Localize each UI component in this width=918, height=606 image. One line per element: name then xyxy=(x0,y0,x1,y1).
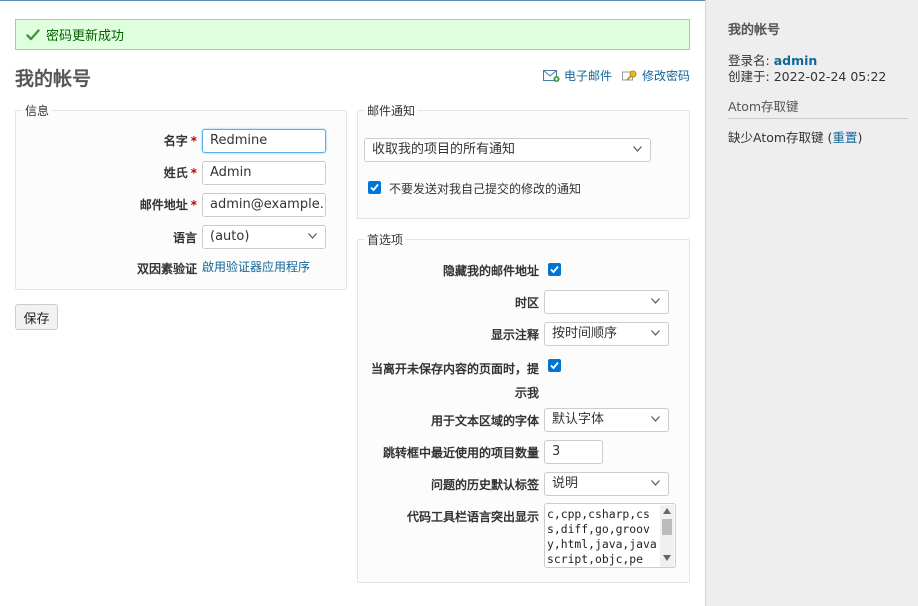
history-tab-select[interactable]: 说明 xyxy=(544,472,669,496)
created-value: 2022-02-24 05:22 xyxy=(773,69,887,84)
toolbar-languages-label: 代码工具栏语言突出显示 xyxy=(406,510,539,524)
required-marker: * xyxy=(190,198,197,212)
textarea-font-label: 用于文本区域的字体 xyxy=(430,414,539,428)
no-self-notified-checkbox[interactable] xyxy=(368,181,381,194)
warn-unsaved-checkbox[interactable] xyxy=(548,359,561,372)
sidebar-title: 我的帐号 xyxy=(728,23,781,38)
mail-input[interactable]: admin@example.r xyxy=(202,193,326,217)
page-title: 我的帐号 xyxy=(15,68,92,90)
chevron-down-icon xyxy=(651,298,660,304)
mail-notification-select[interactable]: 收取我的项目的所有通知 xyxy=(364,138,651,162)
mail-label: 邮件地址 * xyxy=(100,196,197,213)
hide-mail-checkbox[interactable] xyxy=(548,263,561,276)
language-select-value: (auto) xyxy=(210,229,250,244)
history-tab-value: 说明 xyxy=(552,476,579,491)
no-self-notified-label: 不要发送对我自己提交的修改的通知 xyxy=(389,182,582,196)
checkmark-icon xyxy=(370,183,379,192)
time-zone-label: 时区 xyxy=(514,296,539,310)
required-marker: * xyxy=(190,166,197,180)
toolbar-languages-value: c,cpp,csharp,css,diff,go,groovy,html,jav… xyxy=(547,507,657,566)
firstname-label: 名字 * xyxy=(100,132,197,149)
textarea-scrollbar[interactable] xyxy=(660,505,674,567)
checkmark-icon xyxy=(550,361,559,370)
key-icon xyxy=(622,70,637,81)
toolbar-languages-textarea[interactable]: c,cpp,csharp,css,diff,go,groovy,html,jav… xyxy=(544,503,676,568)
mail-label-text: 邮件地址 xyxy=(139,198,188,212)
history-tab-label: 问题的历史默认标签 xyxy=(430,478,539,492)
chevron-down-icon xyxy=(308,233,317,239)
language-label: 语言 xyxy=(172,231,197,245)
save-button[interactable]: 保存 xyxy=(15,304,58,330)
comments-sorting-value: 按时间顺序 xyxy=(552,326,618,341)
comments-sorting-select[interactable]: 按时间顺序 xyxy=(544,322,669,346)
hide-mail-label: 隐藏我的邮件地址 xyxy=(442,264,539,278)
sidebar-created: 创建于: 2022-02-24 05:22 xyxy=(728,66,886,85)
sidebar: 我的帐号 登录名: admin 创建于: 2022-02-24 05:22 At… xyxy=(705,0,918,606)
mail-notification-value: 收取我的项目的所有通知 xyxy=(372,142,516,157)
scroll-up-icon xyxy=(663,508,671,514)
firstname-label-text: 名字 xyxy=(163,134,188,148)
atom-key-heading: Atom存取键 xyxy=(728,96,908,119)
scroll-down-icon xyxy=(663,555,671,561)
created-label: 创建于: xyxy=(728,69,770,84)
warn-unsaved-label: 当离开未保存内容的页面时，提 示我 xyxy=(360,357,539,405)
required-marker: * xyxy=(190,134,197,148)
atom-key-status: 缺少Atom存取键 (重置) xyxy=(728,127,862,146)
comments-sorting-label: 显示注释 xyxy=(490,328,539,342)
email-icon xyxy=(543,70,560,82)
recent-projects-input[interactable]: 3 xyxy=(544,440,603,464)
atom-reset-link[interactable]: 重置 xyxy=(832,130,857,145)
chevron-down-icon xyxy=(633,146,642,152)
lastname-label-text: 姓氏 xyxy=(163,166,188,180)
flash-notice: 密码更新成功 xyxy=(15,19,690,50)
mail-notification-legend: 邮件通知 xyxy=(367,104,416,118)
textarea-font-select[interactable]: 默认字体 xyxy=(544,408,669,432)
flash-text: 密码更新成功 xyxy=(46,29,125,44)
change-password-link[interactable]: 修改密码 xyxy=(622,67,690,84)
warn-unsaved-label-line1: 当离开未保存内容的页面时，提 xyxy=(370,362,539,376)
atom-missing-text: 缺少Atom存取键 xyxy=(728,130,824,145)
chevron-down-icon xyxy=(651,480,660,486)
chevron-down-icon xyxy=(651,416,660,422)
textarea-font-value: 默认字体 xyxy=(552,412,605,427)
firstname-input[interactable]: Redmine xyxy=(202,129,326,153)
info-legend: 信息 xyxy=(25,104,50,118)
check-icon xyxy=(26,28,40,40)
lastname-input[interactable]: Admin xyxy=(202,161,326,185)
atom-reset-close: ) xyxy=(857,130,863,145)
time-zone-select[interactable] xyxy=(544,290,669,314)
email-link-label: 电子邮件 xyxy=(564,69,613,83)
language-select[interactable]: (auto) xyxy=(202,225,326,249)
warn-unsaved-label-line2: 示我 xyxy=(514,386,539,400)
preferences-legend: 首选项 xyxy=(367,233,404,247)
lastname-label: 姓氏 * xyxy=(100,164,197,181)
change-password-label: 修改密码 xyxy=(642,69,691,83)
email-link[interactable]: 电子邮件 xyxy=(543,67,612,84)
recent-projects-label: 跳转框中最近使用的项目数量 xyxy=(382,446,539,460)
chevron-down-icon xyxy=(651,330,660,336)
scrollbar-thumb[interactable] xyxy=(662,519,672,535)
twofa-enable-link[interactable]: 啟用验证器应用程序 xyxy=(202,258,310,275)
twofa-label: 双因素验证 xyxy=(136,262,197,276)
checkmark-icon xyxy=(550,265,559,274)
main-content: 密码更新成功 我的帐号 电子邮件 修改密码 信息 名字 * Redmine 姓氏 *… xyxy=(0,0,705,606)
